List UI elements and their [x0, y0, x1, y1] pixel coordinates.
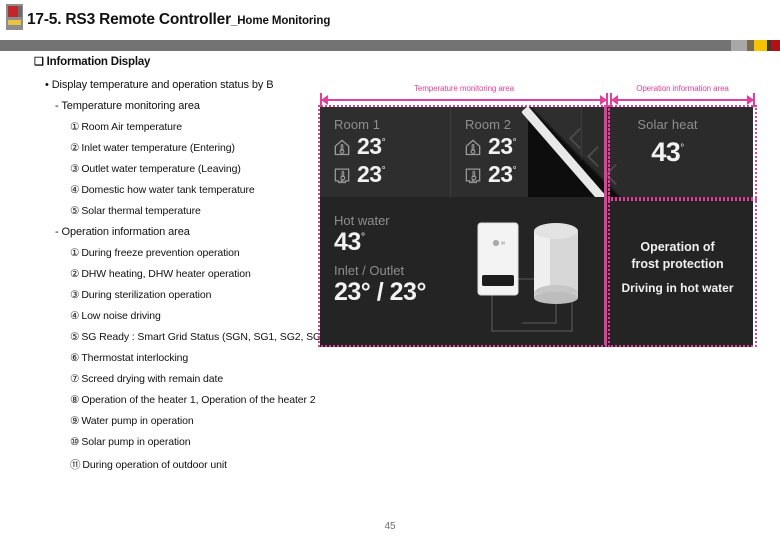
lg-logo-icon [6, 4, 23, 30]
hot-water-label: Hot water [334, 213, 390, 228]
list-text: During sterilization operation [81, 289, 212, 301]
page-title: 17-5. RS3 Remote Controller_Home Monitor… [27, 11, 330, 29]
list-number: ① [70, 247, 80, 259]
room1-water-temp: 23° [357, 161, 386, 187]
logo-gray-block [18, 6, 22, 17]
list-text: Inlet water temperature (Entering) [81, 142, 235, 154]
dimension-arrow-right-icon [600, 95, 607, 105]
section-heading: ❑ Information Display [34, 55, 400, 68]
dimension-arrow-left-icon [321, 95, 328, 105]
divider-segment-olive [747, 40, 754, 51]
list-number: ② [70, 268, 80, 280]
list-text: Solar pump in operation [81, 436, 191, 448]
list-number: ⑧ [70, 394, 80, 406]
dimension-operation-area: Operation information area [610, 84, 755, 107]
list-number: ② [70, 142, 80, 154]
dimension-line [610, 99, 755, 101]
temperature-monitoring-row: Room 1 23° 23° Room 2 23° 23° Solar heat… [320, 107, 753, 227]
header-divider-bar [0, 40, 780, 51]
operation-status-line1: Operation of [640, 240, 715, 254]
water-thermometer-icon [334, 168, 350, 183]
list-number: ④ [70, 184, 80, 196]
room1-water-temp-row: 23° [332, 161, 386, 187]
dimension-arrow-right-icon [747, 95, 754, 105]
list-item: ⑧ Operation of the heater 1, Operation of… [70, 394, 400, 406]
water-thermometer-icon [465, 168, 481, 183]
inlet-outlet-value: 23° / 23° [334, 278, 426, 307]
divider-segment-gray [0, 40, 731, 51]
list-number: ⑥ [70, 352, 80, 364]
house-thermometer-icon [465, 138, 481, 155]
room2-water-temp-row: 23° [463, 161, 517, 187]
operation-status-block: Operation of frost protection Driving in… [602, 239, 753, 295]
list-text: Solar thermal temperature [81, 205, 201, 217]
list-text: Operation of the heater 1, Operation of … [81, 394, 316, 406]
room1-title: Room 1 [334, 117, 381, 132]
divider-segment-red [771, 40, 780, 51]
room2-title: Room 2 [465, 117, 512, 132]
room1-air-temp: 23° [357, 133, 386, 159]
list-number: ⑤ [70, 331, 80, 343]
divider-segment-lightgray [731, 40, 747, 51]
logo-yellow-block [8, 20, 21, 25]
chevron-arrow-icon [604, 163, 627, 186]
page-title-subtitle: _Home Monitoring [230, 15, 331, 27]
list-item: ⑨ Water pump in operation [70, 415, 400, 427]
operation-information-row: Hot water 43° Inlet / Outlet 23° / 23° O… [320, 197, 753, 347]
section-marker-icon: ❑ [34, 56, 44, 68]
list-text: Thermostat interlocking [81, 352, 189, 364]
divider-segment-yellow [754, 40, 767, 51]
list-text: Outlet water temperature (Leaving) [81, 163, 241, 175]
dimension-temperature-area: Temperature monitoring area [320, 84, 608, 107]
list-number: ⑪ [70, 459, 81, 471]
list-number: ① [70, 121, 80, 133]
dimension-arrow-left-icon [611, 95, 618, 105]
dimension-label: Operation information area [636, 84, 729, 93]
list-item: ⑥ Thermostat interlocking [70, 352, 400, 364]
list-number: ⑦ [70, 373, 80, 385]
hot-water-block: Hot water 43° Inlet / Outlet 23° / 23° [334, 213, 426, 314]
inlet-outlet-label: Inlet / Outlet [334, 263, 405, 279]
list-text: Water pump in operation [81, 415, 194, 427]
room1-cell[interactable]: Room 1 23° 23° [320, 107, 451, 197]
list-number: ⑨ [70, 415, 80, 427]
room2-air-temp-row: 23° [463, 133, 517, 159]
boiler-and-tank-artwork [477, 222, 578, 332]
list-item: ⑪ During operation of outdoor unit [70, 457, 400, 472]
list-text: During operation of outdoor unit [82, 459, 227, 471]
list-text: Screed drying with remain date [81, 373, 224, 385]
list-number: ④ [70, 310, 80, 322]
list-text: SG Ready : Smart Grid Status (SGN, SG1, … [81, 331, 331, 343]
logo-red-block [8, 6, 18, 17]
chevron-arrow-icon [586, 145, 609, 168]
section-heading-label: Information Display [46, 56, 151, 68]
dimension-line [320, 99, 608, 101]
house-thermometer-icon [334, 138, 350, 155]
list-text: Domestic how water tank temperature [81, 184, 255, 196]
list-text: Low noise driving [81, 310, 161, 322]
list-number: ⑩ [70, 436, 80, 448]
page-title-main: 17-5. RS3 Remote Controller [27, 11, 231, 28]
page-header: 17-5. RS3 Remote Controller_Home Monitor… [0, 0, 780, 36]
page-number: 45 [384, 521, 396, 532]
list-text: DHW heating, DHW heater operation [81, 268, 251, 280]
operation-status-line2: frost protection [631, 256, 724, 271]
controller-display-panel: Room 1 23° 23° Room 2 23° 23° Solar heat… [320, 107, 753, 347]
list-number: ③ [70, 289, 80, 301]
operation-status-line3: Driving in hot water [621, 280, 734, 295]
list-text: During freeze prevention operation [81, 247, 240, 259]
room1-air-temp-row: 23° [332, 133, 386, 159]
room2-air-temp: 23° [488, 133, 517, 159]
dimension-label: Temperature monitoring area [413, 84, 515, 93]
list-item: ⑩ Solar pump in operation [70, 436, 400, 448]
list-item: ⑦ Screed drying with remain date [70, 373, 400, 385]
list-text: Room Air temperature [81, 121, 183, 133]
room2-water-temp: 23° [488, 161, 517, 187]
list-number: ③ [70, 163, 80, 175]
hot-water-value: 43° [334, 228, 365, 256]
list-number: ⑤ [70, 205, 80, 217]
chevron-arrow-icon [568, 127, 591, 150]
